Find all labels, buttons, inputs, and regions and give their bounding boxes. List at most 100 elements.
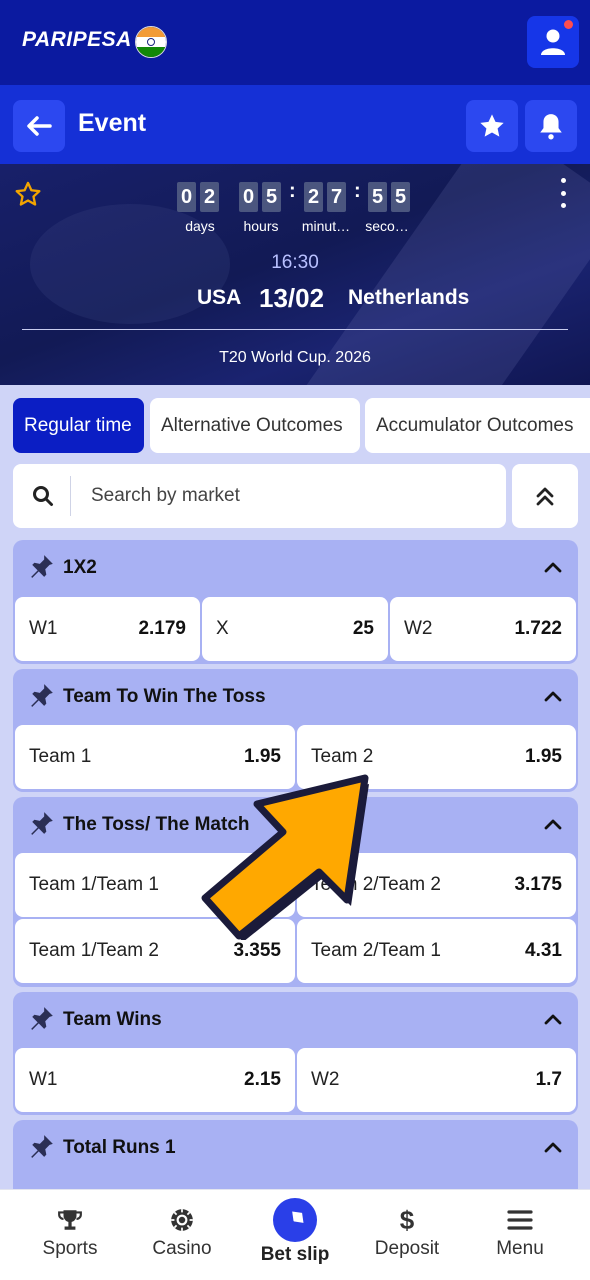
countdown-digit: 2 [200, 182, 219, 212]
league-name[interactable]: T20 World Cup. 2026 [0, 349, 590, 367]
notifications-button[interactable] [525, 100, 577, 152]
countdown-label-hours: hours [243, 218, 279, 234]
chevron-up-icon[interactable] [544, 1012, 562, 1030]
nav-label: Sports [42, 1238, 98, 1259]
chevron-up-icon[interactable] [544, 817, 562, 835]
top-bar: PARIPESA [0, 0, 590, 85]
odds-value: 1.95 [244, 746, 281, 767]
odds-button[interactable]: W1 2.179 [15, 597, 200, 661]
nav-label: Bet slip [260, 1244, 330, 1265]
odds-label: Team 1/Team 2 [29, 940, 159, 961]
countdown-digit: 2 [304, 182, 323, 212]
market-header[interactable]: The Toss/ The Match [13, 797, 578, 851]
pin-icon[interactable] [29, 553, 55, 584]
profile-button[interactable] [527, 16, 579, 68]
double-chevron-up-icon [536, 487, 554, 506]
pin-icon[interactable] [29, 1005, 55, 1036]
market-toss-match: The Toss/ The Match Team 1/Team 1 Team 2… [13, 797, 578, 987]
divider [22, 329, 568, 330]
odds-label: Team 2 [311, 746, 374, 767]
odds-value: 1.7 [535, 1069, 562, 1090]
event-hero: 0 2 0 5 : 2 7 : 5 5 days hours minut… se… [0, 164, 590, 385]
odds-button[interactable]: Team 1 1.95 [15, 725, 295, 789]
market-tabs: Regular time Alternative Outcomes Accumu… [13, 398, 590, 453]
market-header[interactable]: Total Runs 1 [13, 1120, 578, 1174]
collapse-all-button[interactable] [512, 464, 578, 528]
trophy-icon [57, 1206, 83, 1234]
tab-alternative-outcomes[interactable]: Alternative Outcomes [150, 398, 360, 453]
market-header[interactable]: Team To Win The Toss [13, 669, 578, 723]
countdown-digit: 0 [177, 182, 196, 212]
odds-value: 3.175 [514, 874, 562, 895]
odds-value: 1.722 [514, 618, 562, 639]
odds-button[interactable]: Team 2/Team 1 4.31 [297, 919, 576, 983]
odds-value: 3.355 [233, 940, 281, 961]
market-title: 1X2 [63, 557, 97, 578]
countdown-digit: 5 [262, 182, 281, 212]
odds-button[interactable]: W2 1.7 [297, 1048, 576, 1112]
odds-label: Team 2/Team 2 [311, 874, 441, 895]
notification-dot [564, 20, 573, 29]
odds-label: X [216, 618, 229, 639]
countdown-digit: 5 [391, 182, 410, 212]
countdown-label-minutes: minut… [301, 218, 351, 234]
bell-icon [540, 114, 562, 140]
star-outline-icon[interactable] [14, 180, 42, 213]
odds-label: Team 1 [29, 746, 92, 767]
odds-button[interactable]: Team 2/Team 2 3.175 [297, 853, 576, 917]
market-header[interactable]: 1X2 [13, 540, 578, 594]
chevron-up-icon[interactable] [544, 1140, 562, 1158]
india-flag-icon[interactable] [135, 26, 167, 58]
arrow-left-icon [27, 116, 52, 136]
tab-accumulator-outcomes[interactable]: Accumulator Outcomes [365, 398, 590, 453]
nav-menu[interactable]: Menu [470, 1190, 570, 1280]
team-away: Netherlands [348, 286, 470, 309]
chevron-up-icon[interactable] [544, 689, 562, 707]
market-1x2: 1X2 W1 2.179 X 25 W2 1.722 [13, 540, 578, 664]
odds-button[interactable]: Team 1/Team 1 [15, 853, 295, 917]
nav-sports[interactable]: Sports [20, 1190, 120, 1280]
odds-button[interactable]: Team 1/Team 2 3.355 [15, 919, 295, 983]
odds-label: W2 [311, 1069, 340, 1090]
odds-button[interactable]: W1 2.15 [15, 1048, 295, 1112]
countdown-digit: 0 [239, 182, 258, 212]
menu-icon [507, 1206, 533, 1234]
odds-label: Team 1/Team 1 [29, 874, 159, 895]
nav-label: Casino [152, 1238, 212, 1259]
odds-label: W1 [29, 618, 58, 639]
user-icon [541, 29, 565, 55]
countdown-hours: 0 5 [239, 182, 285, 212]
market-team-to-win-toss: Team To Win The Toss Team 1 1.95 Team 2 1.… [13, 669, 578, 792]
page-title: Event [78, 109, 147, 137]
odds-label: W2 [404, 618, 433, 639]
countdown-label-seconds: seco… [365, 218, 409, 234]
chevron-up-icon[interactable] [544, 560, 562, 578]
odds-button[interactable]: W2 1.722 [390, 597, 576, 661]
star-icon [480, 114, 504, 137]
event-bar: Event [0, 85, 590, 164]
team-home: USA [197, 286, 242, 309]
more-options-icon[interactable] [556, 178, 570, 208]
paripesa-logo[interactable]: PARIPESA [22, 28, 132, 52]
odds-button[interactable]: Team 2 1.95 [297, 725, 576, 789]
match-time: 16:30 [271, 252, 319, 273]
pin-icon[interactable] [29, 682, 55, 713]
pin-icon[interactable] [29, 1133, 55, 1164]
nav-casino[interactable]: Casino [132, 1190, 232, 1280]
countdown-label-days: days [185, 218, 215, 234]
market-header[interactable]: Team Wins [13, 992, 578, 1046]
tab-regular-time[interactable]: Regular time [13, 398, 144, 453]
odds-button[interactable]: X 25 [202, 597, 388, 661]
favorite-button[interactable] [466, 100, 518, 152]
nav-label: Deposit [374, 1238, 440, 1259]
ticket-icon[interactable] [273, 1198, 317, 1242]
nav-deposit[interactable]: $ Deposit [357, 1190, 457, 1280]
odds-value: 2.179 [138, 618, 186, 639]
back-button[interactable] [13, 100, 65, 152]
market-total-runs-1: Total Runs 1 [13, 1120, 578, 1200]
search-input[interactable] [91, 464, 491, 528]
countdown-digit: 7 [327, 182, 346, 212]
match-date: 13/02 [259, 283, 325, 313]
pin-icon[interactable] [29, 810, 55, 841]
odds-value: 2.15 [244, 1069, 281, 1090]
